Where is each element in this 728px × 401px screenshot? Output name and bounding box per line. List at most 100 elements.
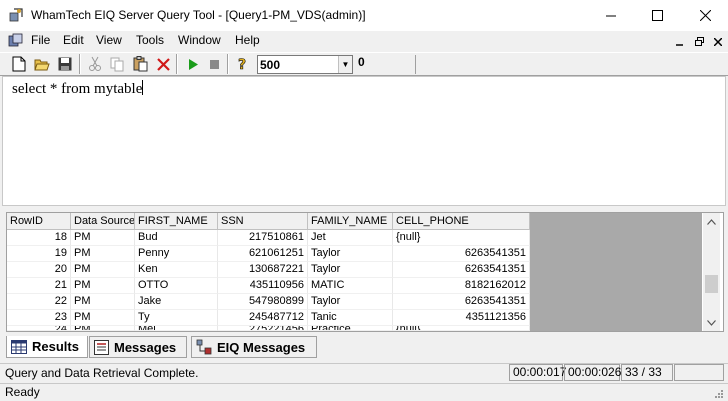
cell-ssn[interactable]: 217510861: [218, 230, 308, 246]
menu-help[interactable]: Help: [235, 33, 260, 47]
cell-first-name[interactable]: OTTO: [135, 278, 218, 294]
minimize-icon: [676, 43, 683, 46]
cell-data-source[interactable]: PM: [71, 230, 135, 246]
cell-cell-phone[interactable]: 6263541351: [393, 294, 530, 310]
cut-button[interactable]: [86, 55, 104, 73]
minimize-icon: [606, 15, 616, 16]
column-header-ssn[interactable]: SSN: [218, 213, 308, 230]
cell-rowid[interactable]: 22: [7, 294, 71, 310]
cell-ssn[interactable]: 130687221: [218, 262, 308, 278]
stop-icon: [209, 59, 219, 69]
paste-button[interactable]: [131, 55, 149, 73]
help-question-icon: ?: [238, 56, 247, 72]
cell-first-name[interactable]: Jake: [135, 294, 218, 310]
menu-edit[interactable]: Edit: [63, 33, 84, 47]
chevron-down-icon[interactable]: ▼: [338, 56, 352, 73]
column-header-first-name[interactable]: FIRST_NAME: [135, 213, 218, 230]
help-button[interactable]: ?: [234, 55, 252, 73]
minimize-button[interactable]: [588, 0, 634, 31]
cell-data-source[interactable]: PM: [71, 278, 135, 294]
cell-cell-phone[interactable]: 6263541351: [393, 246, 530, 262]
copy-icon: [110, 57, 123, 71]
eiq-messages-icon: [196, 339, 212, 355]
cell-first-name[interactable]: Bud: [135, 230, 218, 246]
row-limit-select[interactable]: 500 ▼: [257, 55, 353, 74]
column-header-data-source[interactable]: Data Source: [71, 213, 135, 230]
ready-bar: [0, 383, 728, 401]
grid-table-icon: [11, 339, 27, 354]
cell-first-name[interactable]: Ken: [135, 262, 218, 278]
mdi-close-button[interactable]: [711, 35, 725, 48]
query-text: select * from mytable: [12, 81, 143, 97]
copy-button[interactable]: [108, 55, 126, 73]
cell-data-source[interactable]: PM: [71, 294, 135, 310]
open-button[interactable]: [33, 55, 51, 73]
delete-button[interactable]: [154, 55, 172, 73]
cell-rowid[interactable]: 24: [7, 326, 71, 331]
menu-file[interactable]: File: [31, 33, 50, 47]
query-text-line[interactable]: select * from mytable: [12, 80, 144, 98]
new-file-icon: [12, 56, 26, 72]
cell-cell-phone[interactable]: 4351121356: [393, 310, 530, 326]
cell-ssn[interactable]: 275221456: [218, 326, 308, 331]
close-button[interactable]: [682, 0, 728, 31]
status-time-1: 00:00:017: [509, 364, 566, 381]
cell-rowid[interactable]: 19: [7, 246, 71, 262]
cell-cell-phone[interactable]: 8182162012: [393, 278, 530, 294]
maximize-icon: [651, 10, 663, 21]
cell-first-name[interactable]: Mel: [135, 326, 218, 331]
tab-messages[interactable]: Messages: [89, 336, 187, 358]
cell-first-name[interactable]: Ty: [135, 310, 218, 326]
column-header-family-name[interactable]: FAMILY_NAME: [308, 213, 393, 230]
mdi-restore-button[interactable]: [692, 35, 706, 48]
save-button[interactable]: [56, 55, 74, 73]
scroll-thumb[interactable]: [705, 275, 718, 293]
app-icon[interactable]: [8, 7, 24, 23]
text-caret: [142, 80, 144, 95]
cell-family-name[interactable]: Taylor: [308, 262, 393, 278]
cell-rowid[interactable]: 20: [7, 262, 71, 278]
status-time-2: 00:00:026: [564, 364, 621, 381]
column-header-cell-phone[interactable]: CELL_PHONE: [393, 213, 530, 230]
execute-button[interactable]: [184, 55, 202, 73]
cell-cell-phone[interactable]: 6263541351: [393, 262, 530, 278]
column-header-rowid[interactable]: RowID: [7, 213, 71, 230]
cell-family-name[interactable]: Taylor: [308, 294, 393, 310]
cell-family-name[interactable]: MATIC: [308, 278, 393, 294]
cell-rowid[interactable]: 18: [7, 230, 71, 246]
mdi-minimize-button[interactable]: [673, 35, 687, 48]
cell-family-name[interactable]: Tanic: [308, 310, 393, 326]
cell-family-name[interactable]: Practice: [308, 326, 393, 331]
new-button[interactable]: [10, 55, 28, 73]
resize-grip-icon[interactable]: [712, 387, 724, 399]
chevron-up-icon: [707, 218, 716, 225]
cell-cell-phone[interactable]: {null}: [393, 326, 530, 331]
stop-button[interactable]: [205, 55, 223, 73]
menu-window[interactable]: Window: [178, 33, 221, 47]
paste-icon: [133, 56, 147, 72]
maximize-button[interactable]: [634, 0, 680, 31]
cell-ssn[interactable]: 547980899: [218, 294, 308, 310]
cell-first-name[interactable]: Penny: [135, 246, 218, 262]
cell-rowid[interactable]: 21: [7, 278, 71, 294]
cell-data-source[interactable]: PM: [71, 326, 135, 331]
row-counter: 0: [356, 55, 416, 74]
cell-family-name[interactable]: Jet: [308, 230, 393, 246]
cell-ssn[interactable]: 621061251: [218, 246, 308, 262]
cell-ssn[interactable]: 245487712: [218, 310, 308, 326]
cell-ssn[interactable]: 435110956: [218, 278, 308, 294]
cell-family-name[interactable]: Taylor: [308, 246, 393, 262]
cell-data-source[interactable]: PM: [71, 262, 135, 278]
cell-rowid[interactable]: 23: [7, 310, 71, 326]
cell-data-source[interactable]: PM: [71, 310, 135, 326]
scroll-up-icon[interactable]: [703, 213, 720, 230]
menu-view[interactable]: View: [96, 33, 122, 47]
cell-data-source[interactable]: PM: [71, 246, 135, 262]
cell-cell-phone[interactable]: {null}: [393, 230, 530, 246]
save-icon: [58, 57, 72, 71]
tab-eiq-messages[interactable]: EIQ Messages: [191, 336, 317, 358]
scroll-down-icon[interactable]: [703, 314, 720, 331]
document-icon[interactable]: [8, 33, 23, 48]
menu-tools[interactable]: Tools: [136, 33, 164, 47]
tab-results[interactable]: Results: [6, 336, 88, 358]
